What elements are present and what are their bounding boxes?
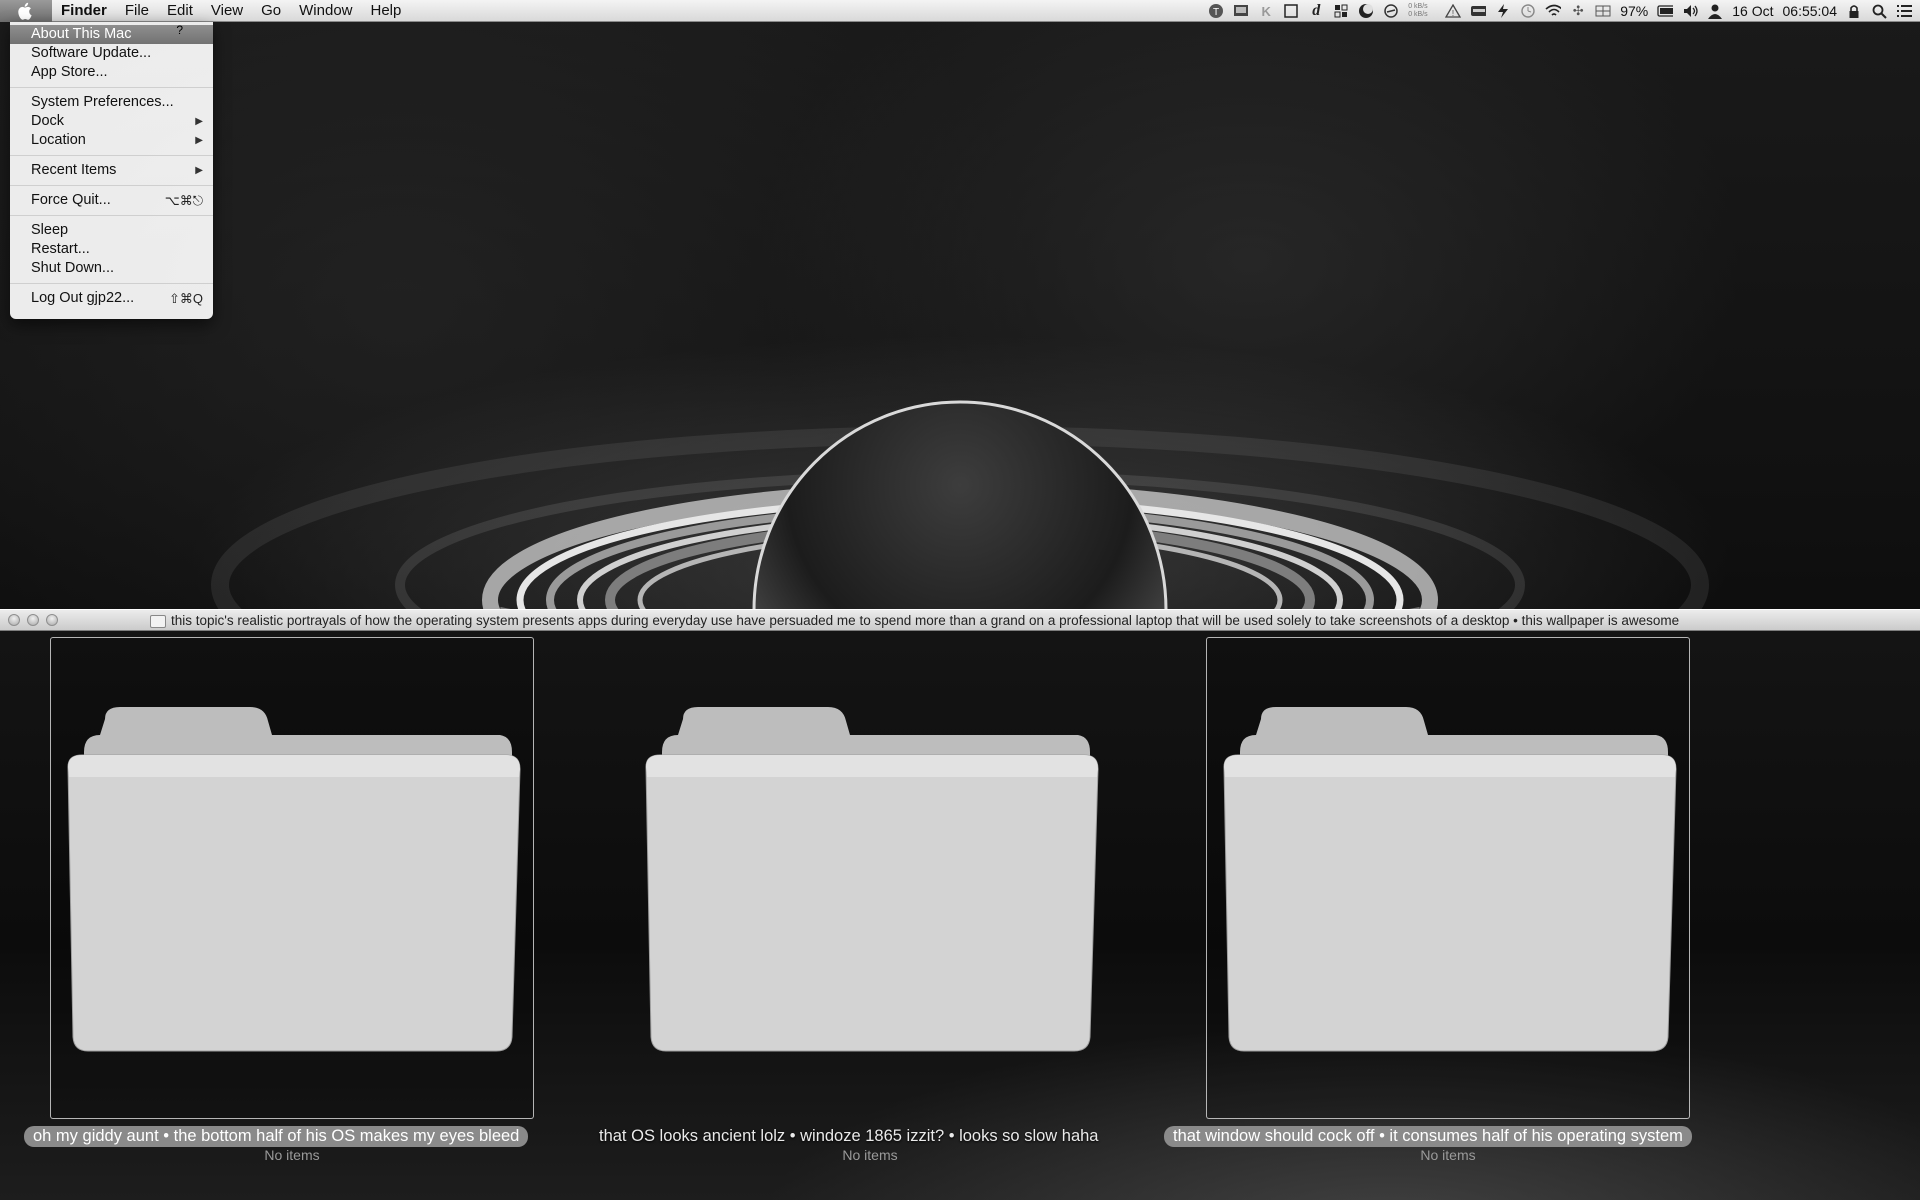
dictionary-icon[interactable]: d — [1308, 2, 1324, 19]
menu-item-dock[interactable]: Dock ▶ — [10, 112, 213, 131]
zoom-button[interactable] — [46, 614, 58, 626]
menu-item-sleep[interactable]: Sleep — [10, 221, 213, 240]
menu-bar: Finder File Edit View Go Window Help T K… — [0, 0, 1920, 22]
icon-view: oh my giddy aunt • the bottom half of hi… — [0, 631, 1920, 1200]
apple-icon — [18, 2, 32, 20]
menu-finder[interactable]: Finder — [52, 0, 116, 22]
menubar-clock[interactable]: 06:55:04 — [1783, 3, 1838, 19]
grid-icon[interactable] — [1333, 3, 1349, 19]
square-icon[interactable] — [1283, 3, 1299, 19]
menu-item-software-update[interactable]: Software Update... — [10, 44, 213, 63]
submenu-arrow-icon: ▶ — [195, 135, 203, 146]
menu-item-label: Restart... — [31, 241, 90, 257]
minimize-button[interactable] — [27, 614, 39, 626]
menu-separator — [10, 87, 213, 88]
screen-icon[interactable] — [1233, 3, 1249, 19]
status-area: T K d 0 kB/s 0 kB/s ! ✣ 97% 16 Oct 06:55… — [1208, 0, 1912, 22]
menu-item-log-out[interactable]: Log Out gjp22... ⇧⌘Q — [10, 289, 213, 308]
menu-separator — [10, 155, 213, 156]
menu-edit[interactable]: Edit — [158, 0, 202, 22]
menu-item-restart[interactable]: Restart... — [10, 240, 213, 259]
folder-name[interactable]: that window should cock off • it consume… — [1164, 1126, 1692, 1147]
submenu-arrow-icon: ▶ — [195, 165, 203, 176]
network-meter-up: 0 kB/s — [1408, 3, 1428, 10]
window-title-text: this topic's realistic portrayals of how… — [171, 613, 1680, 628]
svg-text:T: T — [1213, 7, 1219, 18]
time-machine-icon[interactable] — [1520, 3, 1536, 19]
folder-info: No items — [1420, 1147, 1476, 1163]
wifi-icon[interactable] — [1545, 3, 1562, 19]
alert-icon[interactable]: ! — [1445, 3, 1462, 19]
menu-item-about-this-mac[interactable]: About This Mac ? — [10, 23, 213, 44]
battery-percent[interactable]: 97% — [1620, 3, 1648, 19]
network-meter-down: 0 kB/s — [1408, 11, 1428, 18]
window-title: this topic's realistic portrayals of how… — [150, 610, 1679, 632]
menu-item-recent-items[interactable]: Recent Items ▶ — [10, 161, 213, 180]
moon-icon[interactable] — [1358, 3, 1374, 19]
menu-separator — [10, 185, 213, 186]
typeit4me-icon[interactable]: T — [1208, 3, 1224, 19]
menu-item-label: About This Mac — [31, 26, 132, 42]
lock-icon[interactable] — [1846, 3, 1862, 19]
menu-item-label: Sleep — [31, 222, 69, 238]
keyboard-icon[interactable] — [1470, 3, 1487, 19]
menu-separator — [10, 283, 213, 284]
circle-slash-icon[interactable] — [1383, 3, 1399, 19]
spotlight-icon[interactable] — [1871, 3, 1887, 19]
folder-icon — [1223, 707, 1677, 1052]
menu-item-label: Log Out gjp22... — [31, 290, 135, 306]
menu-view[interactable]: View — [202, 0, 252, 22]
flash-icon[interactable] — [1495, 3, 1511, 19]
folder-name[interactable]: oh my giddy aunt • the bottom half of hi… — [24, 1126, 529, 1147]
close-button[interactable] — [8, 614, 20, 626]
apple-menu-dropdown: About This Mac ? Software Update... App … — [10, 22, 213, 319]
help-cursor-icon: ? — [176, 23, 183, 37]
menu-help[interactable]: Help — [362, 0, 411, 22]
window-titlebar[interactable]: this topic's realistic portrayals of how… — [0, 609, 1920, 631]
notification-list-icon[interactable] — [1896, 3, 1912, 19]
menu-item-label: Shut Down... — [31, 260, 115, 276]
folder-info: No items — [842, 1147, 898, 1163]
battery-icon[interactable] — [1657, 3, 1674, 19]
svg-text:!: ! — [1452, 9, 1454, 18]
finder-window: this topic's realistic portrayals of how… — [0, 609, 1920, 1200]
menu-file[interactable]: File — [116, 0, 158, 22]
menu-window[interactable]: Window — [290, 0, 361, 22]
apple-menu-button[interactable] — [0, 0, 52, 22]
menu-item-label: Dock — [31, 113, 65, 129]
menu-item-shortcut: ⇧⌘Q — [168, 291, 203, 306]
menu-separator — [10, 215, 213, 216]
menu-item-shut-down[interactable]: Shut Down... — [10, 259, 213, 278]
folder-icon — [67, 707, 521, 1052]
user-icon[interactable] — [1707, 3, 1723, 19]
menubar-date[interactable]: 16 Oct — [1732, 3, 1773, 19]
folder-info: No items — [264, 1147, 320, 1163]
menu-item-label: Location — [31, 132, 86, 148]
menu-item-label: App Store... — [31, 64, 108, 80]
menu-item-label: Force Quit... — [31, 192, 111, 208]
menu-item-app-store[interactable]: App Store... — [10, 63, 213, 82]
menu-item-location[interactable]: Location ▶ — [10, 131, 213, 150]
menu-item-force-quit[interactable]: Force Quit... ⌥⌘⎋ — [10, 191, 213, 210]
keyboard-layout-icon[interactable] — [1595, 3, 1611, 19]
menu-item-label: System Preferences... — [31, 94, 174, 110]
window-controls — [0, 614, 58, 626]
folder-icon — [150, 614, 166, 628]
menu-go[interactable]: Go — [252, 0, 290, 22]
menu-item-label: Software Update... — [31, 45, 152, 61]
folder-icon — [645, 707, 1099, 1052]
menu-item-shortcut: ⌥⌘⎋ — [164, 193, 203, 208]
menu-item-system-preferences[interactable]: System Preferences... — [10, 93, 213, 112]
network-meter[interactable]: 0 kB/s 0 kB/s — [1408, 3, 1436, 19]
bluetooth-icon[interactable]: ✣ — [1570, 3, 1586, 19]
menu-item-label: Recent Items — [31, 162, 117, 178]
submenu-arrow-icon: ▶ — [195, 116, 203, 127]
k-icon[interactable]: K — [1258, 3, 1274, 19]
volume-icon[interactable] — [1682, 3, 1698, 19]
folder-name[interactable]: that OS looks ancient lolz • windoze 186… — [590, 1126, 1108, 1147]
